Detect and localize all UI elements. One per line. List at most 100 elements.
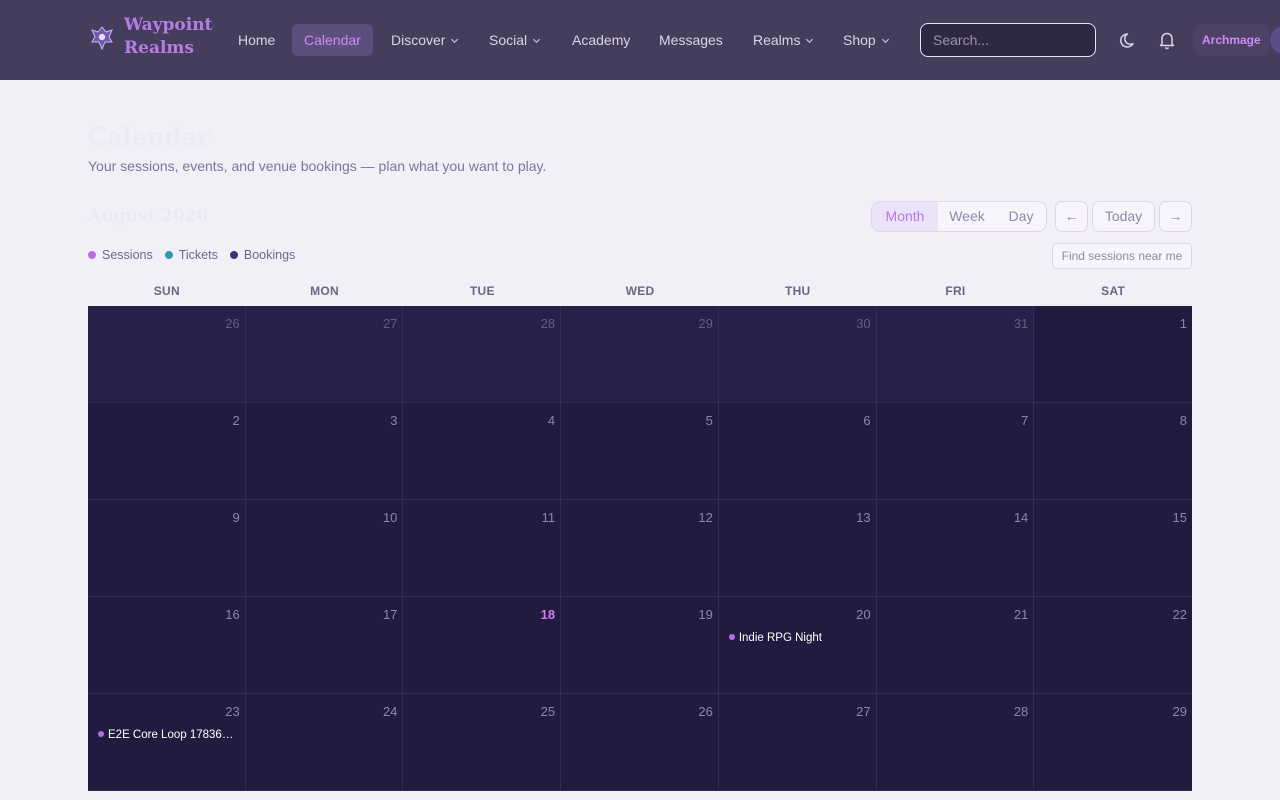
nav-home-label: Home [238, 32, 276, 48]
calendar-day-cell[interactable]: 29 [1034, 694, 1192, 791]
calendar-day-cell[interactable]: 5 [561, 403, 719, 500]
calendar-day-cell[interactable]: 30 [718, 306, 877, 403]
calendar-day-cell[interactable]: 27 [718, 694, 877, 791]
weekday-wed: WED [625, 284, 655, 298]
calendar-day-cell[interactable]: 31 [876, 306, 1035, 403]
calendar-day-cell[interactable]: 2 [88, 403, 246, 500]
calendar-day-cell[interactable]: 27 [245, 306, 404, 403]
day-number: 24 [382, 704, 398, 719]
day-number: 26 [225, 316, 240, 331]
calendar-day-cell[interactable]: 23 E2E Core Loop 1783689... [88, 694, 246, 791]
nav-calendar[interactable]: Calendar [292, 24, 373, 56]
day-number: 16 [225, 607, 240, 622]
avatar[interactable] [1270, 26, 1280, 54]
day-number: 9 [232, 510, 240, 525]
calendar-day-cell[interactable]: 21 [876, 597, 1035, 694]
nav-home[interactable]: Home [226, 24, 287, 56]
user-name: Archmage [1202, 33, 1261, 47]
calendar-event[interactable]: E2E Core Loop 1783689... [98, 729, 235, 741]
prev-month-button[interactable]: ← [1055, 201, 1088, 232]
nav-social[interactable]: Social [477, 24, 551, 56]
legend-bookings: Bookings [229, 248, 296, 262]
day-number: 29 [698, 316, 713, 331]
calendar-day-cell[interactable]: 28 [876, 694, 1035, 791]
nav-shop[interactable]: Shop [831, 24, 900, 56]
calendar-day-cell[interactable]: 28 [403, 306, 562, 403]
nav-realms[interactable]: Realms [741, 24, 824, 56]
calendar-day-cell[interactable]: 26 [561, 694, 719, 791]
calendar-event[interactable]: Indie RPG Night [728, 632, 866, 644]
day-number: 27 [382, 316, 398, 331]
calendar-day-cell[interactable]: 15 [1034, 500, 1192, 597]
legend-tickets-label: Tickets [178, 248, 218, 262]
calendar-day-cell[interactable]: 18 [403, 597, 562, 694]
brand-name: Waypoint Realms [124, 14, 220, 60]
day-number: 5 [705, 413, 713, 428]
calendar-day-cell[interactable]: 17 [245, 597, 404, 694]
calendar-day-cell[interactable]: 24 [245, 694, 404, 791]
calendar-day-cell[interactable]: 20 Indie RPG Night [718, 597, 877, 694]
calendar-day-cell[interactable]: 19 [561, 597, 719, 694]
user-menu-button[interactable]: Archmage [1194, 24, 1269, 56]
bell-icon[interactable] [1156, 29, 1178, 51]
day-number: 21 [1013, 607, 1029, 622]
calendar-day-cell[interactable]: 16 [88, 597, 246, 694]
day-number: 28 [540, 316, 556, 331]
calendar-day-cell[interactable]: 4 [403, 403, 562, 500]
brand-line-2: Realms [124, 38, 194, 58]
weekday-sat: SAT [1101, 284, 1126, 298]
next-month-button[interactable]: → [1159, 201, 1192, 232]
calendar-day-cell[interactable]: 25 [403, 694, 562, 791]
calendar-day-cell[interactable]: 11 [403, 500, 562, 597]
calendar-day-cell[interactable]: 8 [1034, 403, 1192, 500]
day-number: 1 [1179, 316, 1187, 331]
calendar-day-cell[interactable]: 29 [561, 306, 719, 403]
day-number: 31 [1013, 316, 1029, 331]
calendar-day-cell[interactable]: 12 [561, 500, 719, 597]
page-subtitle: Your sessions, events, and venue booking… [88, 158, 547, 174]
nav-messages[interactable]: Messages [647, 24, 735, 56]
bookings-dot-icon [229, 251, 238, 259]
nav-discover[interactable]: Discover [379, 24, 469, 56]
calendar-day-cell[interactable]: 1 [1034, 306, 1192, 403]
brand-logo[interactable]: Waypoint Realms [88, 14, 220, 60]
calendar-day-cell[interactable]: 6 [718, 403, 877, 500]
chevron-down-icon [806, 35, 814, 44]
calendar-day-cell[interactable]: 14 [876, 500, 1035, 597]
view-month-button[interactable]: Month [872, 202, 938, 231]
day-number: 27 [856, 704, 871, 719]
day-number: 10 [382, 510, 398, 525]
find-sessions-near-me-button[interactable]: Find sessions near me [1052, 243, 1192, 269]
moon-icon[interactable] [1118, 29, 1140, 51]
top-nav: Waypoint Realms Home Calendar Discover S… [0, 0, 1280, 80]
view-day-button[interactable]: Day [996, 202, 1046, 231]
brand-line-1: Waypoint [124, 15, 213, 35]
arrow-left-icon: ← [1064, 208, 1079, 224]
month-title: August 2026 [88, 206, 209, 226]
nav-academy[interactable]: Academy [560, 24, 642, 56]
calendar-day-cell[interactable]: 7 [876, 403, 1035, 500]
calendar-day-cell[interactable]: 9 [88, 500, 246, 597]
weekday-sun: SUN [153, 284, 180, 298]
day-number: 12 [698, 510, 713, 525]
chevron-down-icon [451, 35, 459, 44]
today-button[interactable]: Today [1092, 201, 1155, 232]
page-title: Calendar [88, 122, 210, 151]
view-week-button[interactable]: Week [938, 202, 996, 231]
calendar-grid: 26 27 28 29 30 31 1 2 3 4 5 6 7 8 9 10 11 12 13 14 15 16 17 18 1… [88, 306, 1192, 791]
day-number: 11 [541, 510, 556, 525]
today-label: Today [1104, 208, 1143, 224]
calendar-day-cell[interactable]: 13 [718, 500, 877, 597]
calendar-day-cell[interactable]: 22 [1034, 597, 1192, 694]
calendar-day-cell[interactable]: 10 [245, 500, 404, 597]
arrow-right-icon: → [1168, 208, 1183, 224]
day-number: 13 [856, 510, 871, 525]
day-number: 2 [232, 413, 240, 428]
day-number: 22 [1172, 607, 1187, 622]
calendar-day-cell[interactable]: 26 [88, 306, 246, 403]
search-input[interactable] [920, 23, 1096, 57]
calendar-day-cell[interactable]: 3 [245, 403, 404, 500]
day-number: 7 [1021, 413, 1029, 428]
event-dot-icon [98, 731, 104, 737]
legend-bookings-label: Bookings [243, 248, 296, 262]
